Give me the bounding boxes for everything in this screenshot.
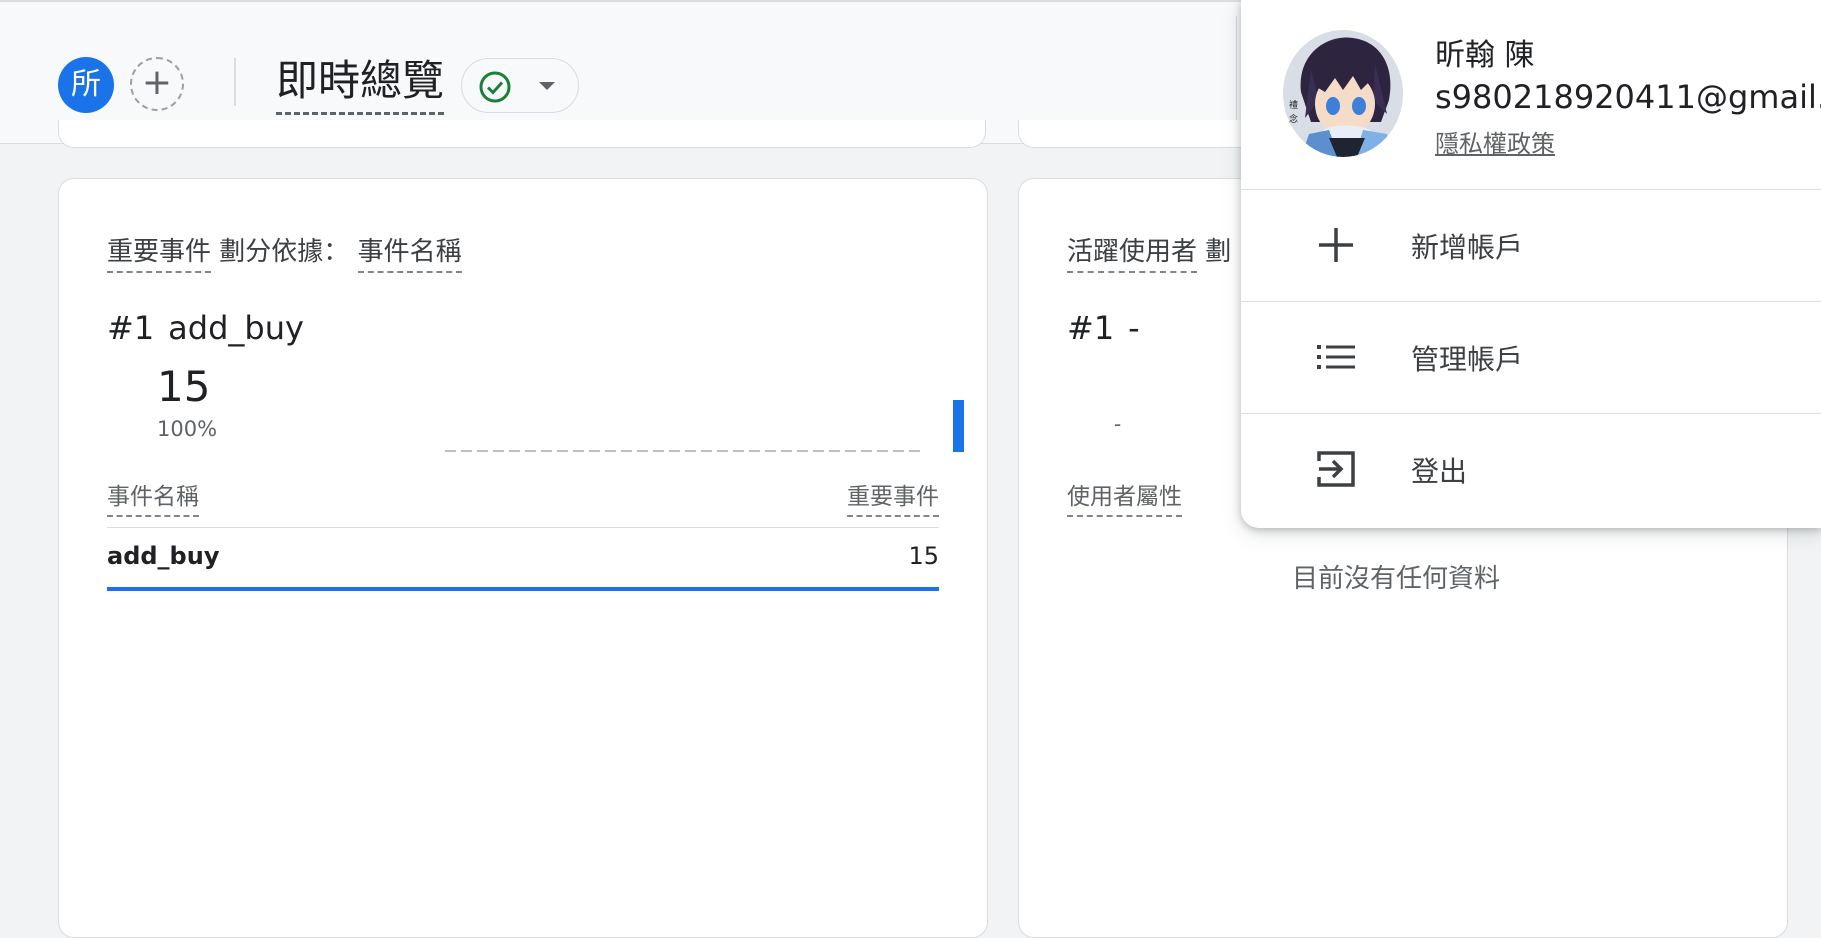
- top-value: -: [1114, 412, 1122, 436]
- top-item: #1-: [1067, 309, 1140, 347]
- account-menu: 禮 念 昕翰 陳 s980218920411@gmail... 隱私權政策 新增…: [1241, 0, 1821, 528]
- manage-accounts-menu-item[interactable]: 管理帳戶: [1241, 302, 1821, 412]
- empty-state-message: 目前沒有任何資料: [1292, 564, 1501, 594]
- divider: [107, 527, 939, 528]
- rank-number: #1: [1067, 309, 1115, 347]
- rank-number: #1: [107, 309, 155, 347]
- split-by-label: 劃分依據：: [219, 237, 350, 267]
- add-account-menu-item[interactable]: 新增帳戶: [1241, 190, 1821, 300]
- sign-out-menu-item[interactable]: 登出: [1241, 414, 1821, 524]
- property-avatar[interactable]: 所: [58, 57, 114, 113]
- top-percent: 100%: [157, 417, 218, 441]
- rank-name: -: [1128, 309, 1140, 347]
- profile-avatar: 禮 念: [1283, 30, 1403, 157]
- logout-icon: [1317, 451, 1355, 487]
- previous-card-edge: [58, 120, 986, 148]
- column-header-key-events[interactable]: 重要事件: [847, 477, 939, 517]
- svg-text:念: 念: [1289, 113, 1298, 125]
- card-heading: 活躍使用者 劃: [1067, 231, 1232, 273]
- plus-icon: [1319, 228, 1353, 262]
- user-email: s980218920411@gmail...: [1435, 78, 1821, 116]
- privacy-policy-link[interactable]: 隱私權政策: [1435, 124, 1555, 159]
- chevron-down-icon: [539, 82, 555, 90]
- rank-name: add_buy: [168, 309, 304, 347]
- minute-sparkline: [445, 400, 964, 452]
- menu-item-label: 管理帳戶: [1411, 343, 1524, 376]
- top-value: 15: [157, 362, 211, 411]
- top-item: #1 add_buy: [107, 309, 304, 347]
- svg-text:禮: 禮: [1289, 99, 1298, 111]
- plus-icon: +: [141, 62, 173, 103]
- dimension-selector[interactable]: 事件名稱: [357, 237, 462, 273]
- divider: [234, 58, 236, 106]
- menu-item-label: 新增帳戶: [1411, 231, 1524, 264]
- page-title[interactable]: 即時總覽: [276, 52, 445, 115]
- list-icon: [1317, 345, 1355, 369]
- avatar-image: 禮 念: [1283, 30, 1403, 157]
- metric-selector[interactable]: 活躍使用者: [1067, 237, 1198, 273]
- check-circle-icon: [479, 71, 511, 103]
- table-row-value: 15: [908, 542, 939, 570]
- table-row-name: add_buy: [107, 542, 220, 570]
- split-by-label: 劃: [1205, 237, 1232, 267]
- column-header-event-name[interactable]: 事件名稱: [107, 477, 199, 517]
- row-value-bar: [107, 587, 939, 591]
- column-header-user-property[interactable]: 使用者屬性: [1067, 477, 1182, 517]
- metric-selector[interactable]: 重要事件: [107, 237, 212, 273]
- key-events-card: 重要事件 劃分依據： 事件名稱 #1 add_buy 15 100% 事件名稱 重…: [58, 178, 988, 938]
- menu-item-label: 登出: [1411, 455, 1468, 488]
- card-heading: 重要事件 劃分依據： 事件名稱: [107, 231, 462, 273]
- add-comparison-button[interactable]: +: [130, 57, 184, 111]
- status-dropdown[interactable]: [461, 58, 579, 113]
- user-name: 昕翰 陳: [1435, 38, 1535, 73]
